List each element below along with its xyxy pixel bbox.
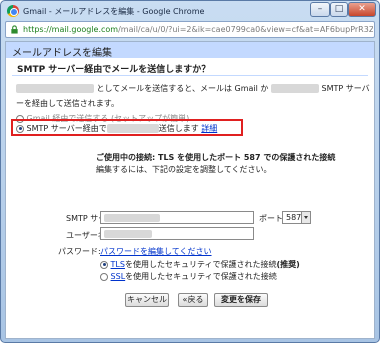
window-title: Gmail - メールアドレスを編集 - Google Chrome: [23, 7, 205, 16]
chevron-down-icon[interactable]: [301, 212, 310, 223]
page-title: メールアドレスを編集: [12, 48, 112, 59]
option-smtp-label: SMTP サーバー経由で: [26, 124, 107, 133]
redacted-smtp-host: [106, 124, 159, 133]
redacted-domain: [270, 84, 319, 93]
url-text: https://mail.google.com/mail/ca/u/0/?ui=…: [23, 25, 373, 34]
edit-password-link[interactable]: パスワードを編集してください: [100, 246, 212, 257]
url-secure-part: https://mail.google.com: [23, 25, 119, 34]
security-ssl-option[interactable]: SSLを使用したセキュリティで保護された接続: [100, 271, 277, 282]
redacted-email: [16, 84, 94, 93]
radio-tls[interactable]: [100, 260, 108, 269]
connection-hint: 編集するには、下記の設定を調整してください。: [96, 165, 272, 174]
description-line-2: ーを経由して送信されます。: [16, 99, 119, 108]
url-path-part: /mail/ca/u/0/?ui=2&ik=cae0799ca0&view=cf…: [118, 25, 373, 34]
port-value: 587: [286, 213, 302, 222]
cancel-button[interactable]: キャンセル: [125, 293, 169, 307]
radio-smtp[interactable]: [16, 124, 24, 133]
maximize-button[interactable]: □: [330, 2, 348, 17]
password-label: パスワード:: [58, 247, 101, 256]
port-select[interactable]: 587: [282, 211, 311, 224]
browser-window: Gmail - メールアドレスを編集 - Google Chrome – □ ✕…: [0, 0, 380, 343]
close-button[interactable]: ✕: [348, 2, 376, 17]
description-text-2: Gmail か: [234, 84, 269, 93]
radio-ssl[interactable]: [100, 272, 108, 281]
back-button[interactable]: «戻る: [178, 293, 208, 307]
tls-label: を使用したセキュリティで保護された接続: [124, 260, 277, 269]
security-tls-option[interactable]: TLSを使用したセキュリティで保護された接続(推奨): [100, 259, 300, 270]
chrome-icon: [7, 5, 19, 17]
section-title: SMTP サーバー経由でメールを送信しますか？: [17, 65, 211, 75]
description-line-1: としてメールを送信すると、メールは Gmail か SMTP サーバ: [16, 83, 370, 94]
section-header: SMTP サーバー経由でメールを送信しますか？: [12, 60, 368, 76]
tls-link[interactable]: TLS: [111, 260, 125, 269]
minimize-button[interactable]: –: [310, 2, 330, 17]
ssl-label: を使用したセキュリティで保護された接続: [125, 272, 277, 281]
address-bar[interactable]: https://mail.google.com/mail/ca/u/0/?ui=…: [5, 21, 375, 38]
smtp-server-input[interactable]: [100, 211, 254, 224]
title-bar: Gmail - メールアドレスを編集 - Google Chrome – □ ✕: [1, 1, 379, 21]
details-link[interactable]: 詳細: [201, 124, 217, 133]
ssl-link[interactable]: SSL: [111, 272, 126, 281]
connection-notice: ご使用中の接続: TLS を使用したポート 587 での保護された接続: [96, 153, 336, 162]
redacted-username-value: [104, 230, 152, 238]
description-text-1: としてメールを送信すると、メールは: [96, 84, 232, 93]
dialog-content: メールアドレスを編集 SMTP サーバー経由でメールを送信しますか？ としてメー…: [5, 41, 375, 339]
save-changes-button[interactable]: 変更を保存: [214, 293, 268, 307]
option-smtp[interactable]: SMTP サーバー経由で 送信します 詳細: [16, 123, 217, 134]
description-text-3: SMTP サーバ: [321, 84, 370, 93]
option-smtp-suffix: 送信します: [158, 124, 199, 133]
page-header: メールアドレスを編集: [6, 42, 374, 59]
username-input[interactable]: [100, 227, 254, 240]
redacted-server-value: [104, 214, 160, 222]
tls-recommended: (推奨): [276, 260, 300, 269]
lock-icon: [11, 25, 18, 34]
